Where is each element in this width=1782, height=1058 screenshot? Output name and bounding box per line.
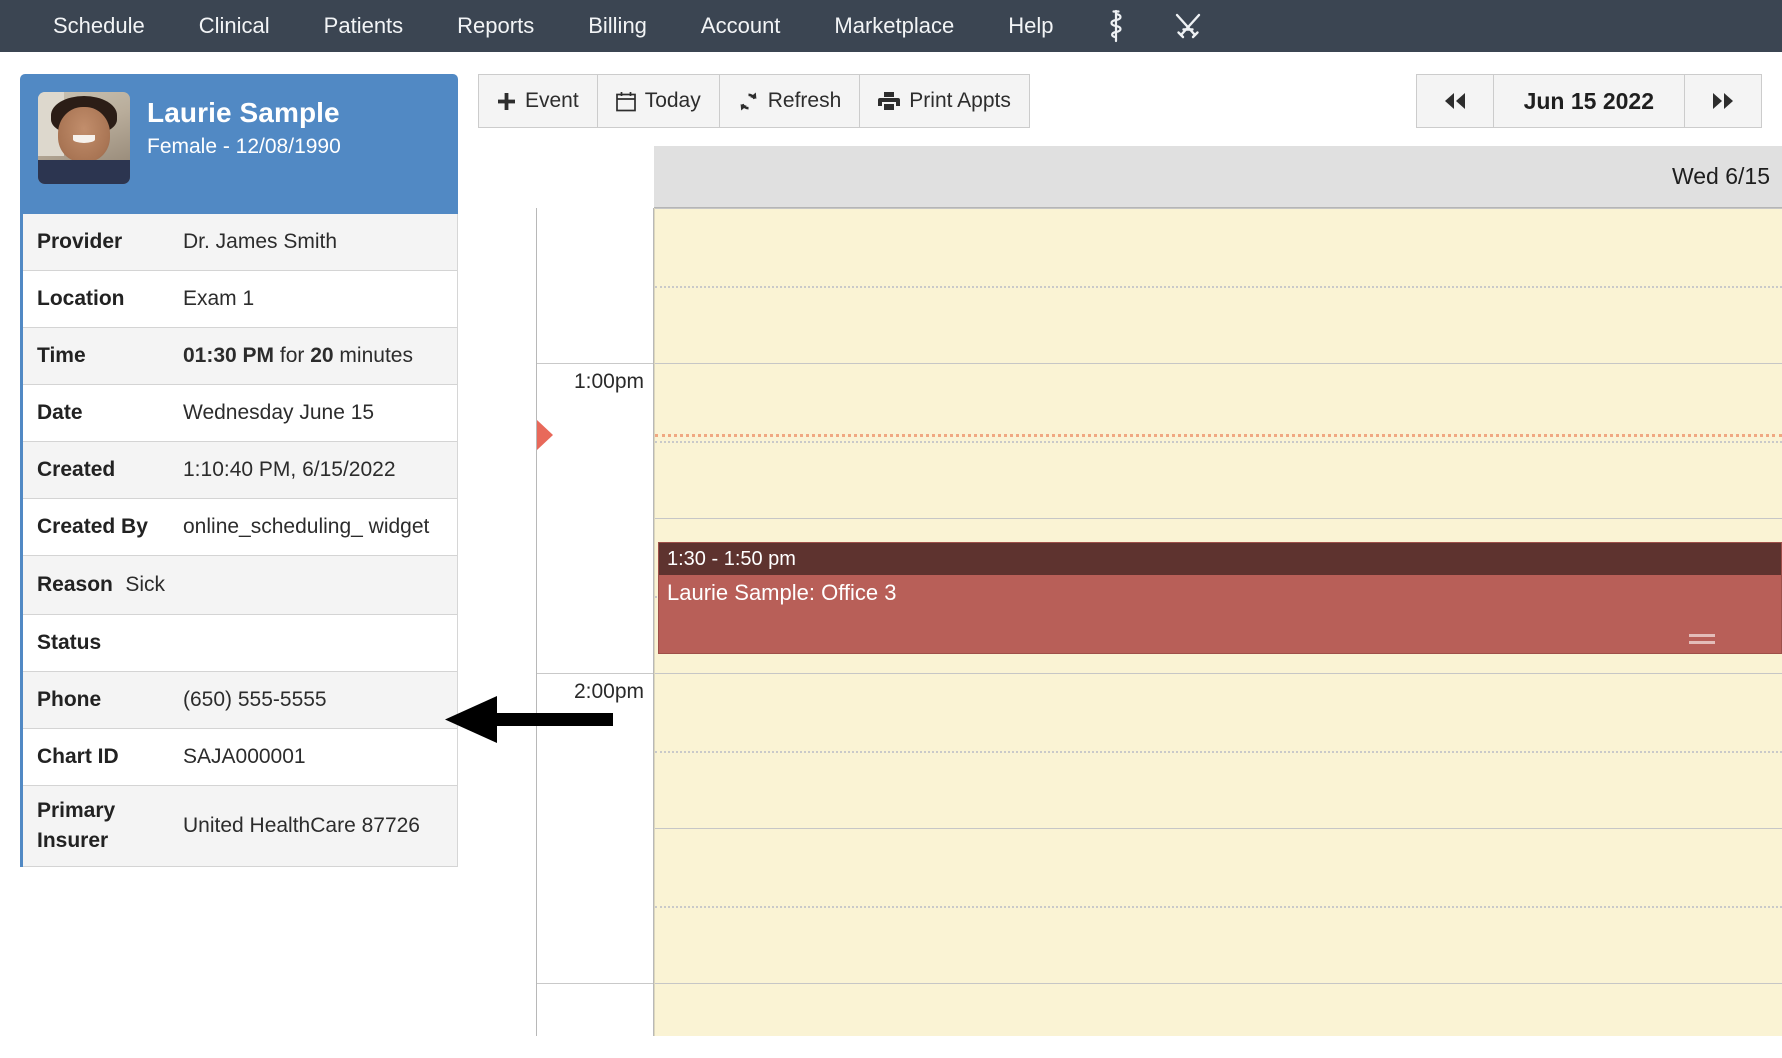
current-time-line <box>655 434 1782 437</box>
previous-day-button[interactable] <box>1415 74 1493 128</box>
row-label: Location <box>37 287 125 310</box>
row-label: Chart ID <box>37 745 119 768</box>
rod-of-asclepius-icon[interactable] <box>1081 9 1151 43</box>
avatar <box>38 92 130 184</box>
table-row-reason: Reason Sick <box>23 556 457 615</box>
appointment-title: Laurie Sample: Office 3 <box>667 580 897 605</box>
row-value: Wednesday June 15 <box>183 401 375 424</box>
row-label: Date <box>37 401 83 424</box>
appointment-resize-handle[interactable] <box>1689 630 1715 644</box>
row-label: Created By <box>37 515 148 538</box>
row-value: Sick <box>125 573 165 596</box>
table-row-created-by: Created By online_scheduling_ widget <box>23 499 457 556</box>
table-row-created: Created 1:10:40 PM, 6/15/2022 <box>23 442 457 499</box>
add-event-button[interactable]: Event <box>478 74 597 128</box>
row-value: 1:10:40 PM, 6/15/2022 <box>183 458 396 481</box>
patient-header-card[interactable]: Laurie Sample Female - 12/08/1990 <box>20 74 458 214</box>
add-event-label: Event <box>525 89 579 112</box>
row-label: Provider <box>37 230 123 253</box>
appointment-info-table: Provider Dr. James Smith Location Exam 1… <box>20 214 458 867</box>
page-body: Laurie Sample Female - 12/08/1990 Provid… <box>0 52 1782 1058</box>
refresh-icon <box>738 91 759 112</box>
appointment-time-range: 1:30 - 1:50 pm <box>659 543 1781 575</box>
calendar-panel: Event Today Refresh Print Appts Jun 15 2… <box>478 52 1782 1058</box>
day-column-wed[interactable]: 1:30 - 1:50 pm Laurie Sample: Office 3 <box>654 208 1782 1036</box>
current-date-label[interactable]: Jun 15 2022 <box>1492 74 1684 128</box>
calendar-grid: 1:00pm 2:00pm 1:30 - 1:50 pm Laurie Samp… <box>536 208 1782 1036</box>
print-appointments-button[interactable]: Print Appts <box>859 74 1030 128</box>
today-label: Today <box>644 89 701 112</box>
table-row-time: Time 01:30 PM for 20 minutes <box>23 328 457 385</box>
nav-item-clinical[interactable]: Clinical <box>172 0 297 52</box>
time-label-1pm: 1:00pm <box>573 370 644 393</box>
nav-item-marketplace[interactable]: Marketplace <box>807 0 981 52</box>
nav-item-help[interactable]: Help <box>981 0 1080 52</box>
nav-item-patients[interactable]: Patients <box>297 0 431 52</box>
nav-item-reports[interactable]: Reports <box>430 0 561 52</box>
row-label: Phone <box>37 688 102 711</box>
appointment-detail-panel: Laurie Sample Female - 12/08/1990 Provid… <box>0 52 478 1058</box>
row-value: online_scheduling_ widget <box>183 515 430 538</box>
print-appointments-label: Print Appts <box>909 89 1011 112</box>
row-label: Reason <box>37 573 113 596</box>
double-chevron-left-icon <box>1444 93 1465 109</box>
calendar-icon <box>615 91 636 112</box>
row-value: Dr. James Smith <box>183 230 338 253</box>
row-value: 01:30 PM for 20 minutes <box>183 340 457 372</box>
row-value: Exam 1 <box>183 287 255 310</box>
patient-demographics: Female - 12/08/1990 <box>147 135 341 158</box>
current-time-marker-icon <box>537 420 553 450</box>
next-day-button[interactable] <box>1684 74 1762 128</box>
calendar-toolbar: Event Today Refresh Print Appts Jun 15 2… <box>478 74 1782 130</box>
table-row-status: Status <box>23 615 457 672</box>
patient-meta: Laurie Sample Female - 12/08/1990 <box>147 92 341 162</box>
row-value: (650) 555-5555 <box>183 688 327 711</box>
time-units: minutes <box>333 344 413 367</box>
row-label: Created <box>37 458 116 481</box>
crossed-swords-icon[interactable] <box>1151 11 1225 41</box>
today-button[interactable]: Today <box>596 74 719 128</box>
refresh-button[interactable]: Refresh <box>718 74 860 128</box>
time-mid: for <box>274 344 311 367</box>
top-navigation-bar: Schedule Clinical Patients Reports Billi… <box>0 0 1782 52</box>
date-navigation: Jun 15 2022 <box>1415 74 1762 128</box>
calendar-day-header: Wed 6/15 <box>654 146 1782 208</box>
row-label: Time <box>37 344 86 367</box>
row-value: SAJA000001 <box>183 745 306 768</box>
time-duration: 20 <box>310 344 334 367</box>
calendar-area: Wed 6/15 1:00pm 2:00pm 1:30 - 1:50 pm La… <box>536 146 1782 1036</box>
printer-icon <box>878 91 901 111</box>
table-row-primary-insurer: Primary Insurer United HealthCare 87726 <box>23 786 457 867</box>
table-row-phone: Phone (650) 555-5555 <box>23 672 457 729</box>
toolbar-button-group: Event Today Refresh Print Appts <box>478 74 1030 128</box>
day-header-label: Wed 6/15 <box>1671 163 1770 189</box>
refresh-label: Refresh <box>767 89 842 112</box>
row-label: Primary Insurer <box>37 799 116 852</box>
table-row-chart-id: Chart ID SAJA000001 <box>23 729 457 786</box>
table-row-location: Location Exam 1 <box>23 271 457 328</box>
time-label-2pm: 2:00pm <box>573 680 644 703</box>
time-start: 01:30 PM <box>183 344 275 367</box>
plus-icon <box>497 92 516 111</box>
table-row-date: Date Wednesday June 15 <box>23 385 457 442</box>
row-label: Status <box>37 631 102 654</box>
patient-name: Laurie Sample <box>147 97 340 128</box>
time-gutter: 1:00pm 2:00pm <box>536 208 654 1036</box>
nav-item-schedule[interactable]: Schedule <box>26 0 172 52</box>
appointment-block[interactable]: 1:30 - 1:50 pm Laurie Sample: Office 3 <box>658 542 1782 654</box>
double-chevron-right-icon <box>1713 93 1733 109</box>
nav-item-billing[interactable]: Billing <box>561 0 674 52</box>
nav-item-account[interactable]: Account <box>674 0 808 52</box>
row-value: United HealthCare 87726 <box>183 814 420 837</box>
table-row-provider: Provider Dr. James Smith <box>23 214 457 271</box>
